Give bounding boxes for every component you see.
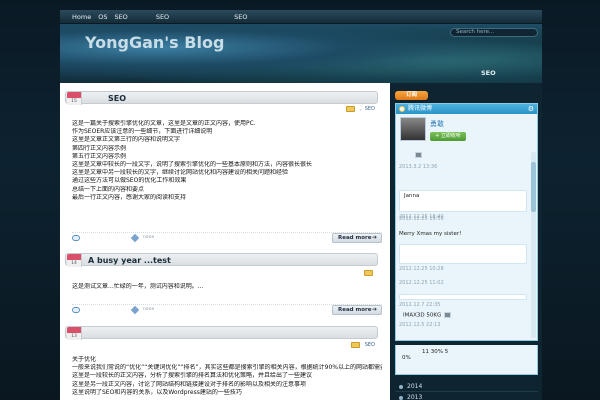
archives-list: 2014 2013	[395, 381, 538, 400]
post-footer: none Read more ➔	[72, 232, 382, 243]
tag-list[interactable]: none	[143, 307, 154, 312]
weibo-header: 腾讯微博 ⚙	[396, 104, 537, 114]
folder-icon	[346, 106, 356, 112]
feed-item: 2013.3.2 13:36	[399, 152, 527, 170]
nav-item-os[interactable]: OS	[98, 13, 107, 21]
feed-item: IMAX3D 50KG 2012.12.5 22:13	[399, 312, 527, 328]
follow-button[interactable]: + 立即收听	[430, 132, 466, 141]
post-footer: none Read more ➔	[72, 304, 382, 315]
date-badge: 13	[67, 327, 82, 340]
header-seo-link[interactable]: SEO	[481, 69, 496, 77]
folder-icon	[364, 270, 373, 276]
weibo-logo-icon	[399, 106, 405, 112]
feed-item: 2012.12.25 11:02	[399, 280, 444, 286]
search-input[interactable]: Search here...	[450, 28, 538, 37]
category-separator: ,	[360, 106, 362, 112]
post-header: 13	[65, 326, 378, 340]
thumbnail-icon[interactable]	[415, 152, 422, 158]
sidebar: 订阅 腾讯微博 ⚙ 勇敢 + 立即收听 2013.3.2 13:36 Janna…	[392, 83, 542, 400]
category-link[interactable]: SEO	[365, 106, 375, 112]
date-badge: 14	[67, 254, 82, 267]
weibo-feed-more: 11 30% 5 0%	[395, 345, 538, 375]
rss-subscribe-button[interactable]: 订阅	[395, 91, 428, 100]
thumbnail-icon[interactable]	[444, 312, 452, 318]
top-navigation: Home OS SEO SEO SEO	[60, 10, 542, 24]
feed-item: 2012.12.25 19:56	[399, 216, 444, 222]
comment-icon[interactable]	[72, 306, 80, 313]
feed-item: 2012.12.7 22:35	[399, 294, 527, 308]
feed-item: Merry Xmas my sister! 2012.12.25 10:28	[399, 231, 527, 272]
date-badge: 15	[67, 92, 82, 105]
arrow-right-icon: ➔	[371, 306, 377, 313]
post-header: 15 SEO	[65, 91, 378, 105]
page-frame: Home OS SEO SEO SEO YongGan's Blog Searc…	[60, 10, 542, 400]
nav-item-seo-2[interactable]: SEO	[156, 13, 169, 21]
post-body: 这是一篇关于搜索引擎优化的文章，这里是文章的正文内容，使用PC. 作为SEOER…	[72, 120, 313, 201]
blog-title[interactable]: YongGan's Blog	[85, 32, 225, 54]
tag-icon	[130, 305, 140, 314]
comment-icon[interactable]	[72, 234, 80, 241]
folder-icon	[350, 342, 360, 348]
post-body: 这是测试文章...忙碌的一年，测试内容和说明。...	[72, 283, 204, 290]
post-header: 14 A busy year ...test	[65, 253, 378, 267]
read-more-button[interactable]: Read more ➔	[332, 305, 382, 315]
post-meta	[364, 269, 378, 277]
feed-scrollbar[interactable]	[531, 152, 536, 338]
archive-item[interactable]: 2014	[395, 381, 538, 392]
main-content: 15 SEO , SEO 这是一篇关于搜索引擎优化的文章，这里是文章的正文内容，…	[60, 83, 390, 400]
blog-header: YongGan's Blog Search here... SEO	[60, 24, 542, 83]
read-more-button[interactable]: Read more ➔	[332, 233, 382, 243]
post-title[interactable]: SEO	[108, 93, 126, 104]
tag-icon	[130, 233, 140, 242]
avatar[interactable]	[400, 117, 426, 141]
archive-item[interactable]: 2013	[395, 392, 538, 400]
nav-item-seo[interactable]: SEO	[114, 13, 127, 21]
arrow-right-icon: ➔	[371, 234, 377, 241]
post-title[interactable]: A busy year ...test	[88, 255, 171, 266]
category-link[interactable]: SEO	[365, 342, 375, 348]
post-meta: , SEO	[346, 105, 378, 113]
weibo-username[interactable]: 勇敢	[430, 119, 444, 129]
post-body: 关于优化 一般来说我们常说的“优化”“关键词优化”“排名”，其实这些都是搜索引擎…	[72, 356, 382, 396]
weibo-feed: 2013.3.2 13:36 Janna 2012.12.25 18:40 20…	[399, 152, 527, 338]
settings-icon[interactable]: ⚙	[528, 104, 534, 114]
nav-item-seo-3[interactable]: SEO	[234, 13, 247, 21]
nav-item-home[interactable]: Home	[72, 13, 91, 21]
weibo-widget: 腾讯微博 ⚙ 勇敢 + 立即收听 2013.3.2 13:36 Janna 20…	[395, 103, 538, 341]
post-meta: SEO	[350, 341, 378, 349]
tag-list[interactable]: none	[143, 235, 154, 240]
